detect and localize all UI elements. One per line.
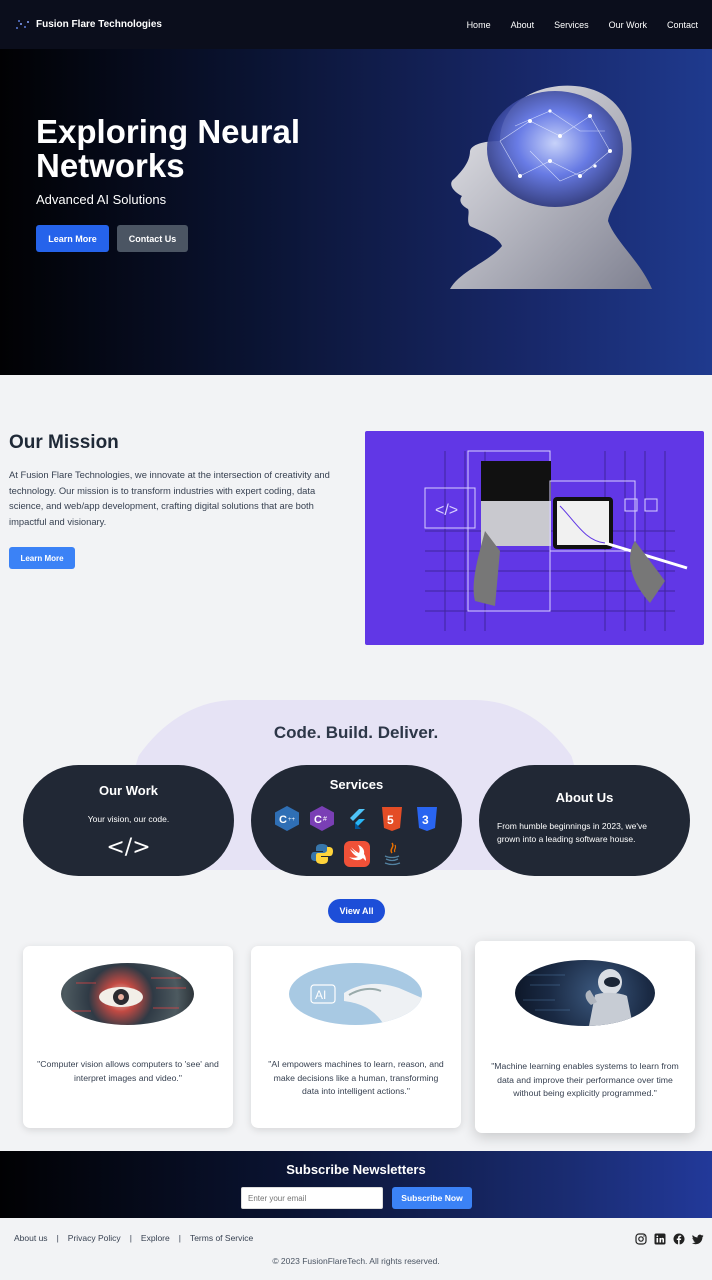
view-all-button[interactable]: View All [328,899,385,923]
our-work-card[interactable]: Our Work Your vision, our code. </> [23,765,234,876]
c-sharp-icon: C # [308,805,335,832]
copyright-text: © 2023 FusionFlareTech. All rights reser… [272,1256,440,1266]
css3-icon: 3 [413,805,440,832]
hero-contact-us-button[interactable]: Contact Us [117,225,188,252]
about-us-text: From humble beginnings in 2023, we've gr… [497,821,647,844]
computer-vision-image [61,963,194,1025]
footer-separator: | [56,1233,59,1243]
svg-text:++: ++ [288,817,296,823]
footer-link-explore[interactable]: Explore [141,1233,170,1243]
footer-link-terms[interactable]: Terms of Service [190,1233,253,1243]
hero-learn-more-button[interactable]: Learn More [36,225,109,252]
nav-item-services[interactable]: Services [554,20,589,30]
services-title: Services [329,777,384,792]
python-icon [308,840,335,867]
footer-link-about-us[interactable]: About us [14,1233,48,1243]
card-machine-learning[interactable]: "Machine learning enables systems to lea… [475,941,695,1133]
card-computer-vision[interactable]: "Computer vision allows computers to 'se… [23,946,233,1128]
services-icons-row-1: C ++ C # 5 3 [251,805,462,832]
mission-title: Our Mission [9,432,119,453]
about-us-card[interactable]: About Us From humble beginnings in 2023,… [479,765,690,876]
facebook-icon[interactable] [672,1232,685,1245]
our-work-title: Our Work [99,783,158,798]
nav-item-about[interactable]: About [511,20,535,30]
java-icon [378,840,405,867]
svg-text:5: 5 [387,813,394,827]
hero-section: Exploring Neural Networks Advanced AI So… [0,49,712,375]
machine-learning-robot-image [515,960,655,1026]
highlights-heading: Code. Build. Deliver. [273,723,439,742]
footer-link-privacy-policy[interactable]: Privacy Policy [68,1233,121,1243]
subscribe-button[interactable]: Subscribe Now [392,1187,472,1209]
hero-subtitle: Advanced AI Solutions [36,192,167,207]
linkedin-icon[interactable] [653,1232,666,1245]
svg-text:C: C [279,814,287,826]
footer-separator: | [129,1233,132,1243]
about-us-title: About Us [555,790,614,805]
card-ai[interactable]: AI "AI empowers machines to learn, reaso… [251,946,461,1128]
nav-menu: Home About Services Our Work Contact [447,20,698,30]
footer-links: About us | Privacy Policy | Explore | Te… [14,1233,253,1243]
hero-title: Exploring Neural Networks [36,113,301,184]
swift-icon [343,840,370,867]
services-card[interactable]: Services C ++ C # 5 3 [251,765,462,876]
mission-text: At Fusion Flare Technologies, we innovat… [9,469,330,527]
footer-separator: | [178,1233,181,1243]
code-icon: </> [106,835,151,860]
neural-head-image [450,85,652,290]
brand-name[interactable]: Fusion Flare Technologies [36,19,162,30]
ai-label: AI [315,988,326,1002]
email-input[interactable] [241,1187,383,1209]
mission-learn-more-button[interactable]: Learn More [9,547,75,569]
card-quote: "Machine learning enables systems to lea… [491,1061,679,1098]
svg-text:C: C [314,814,322,826]
svg-text:#: # [323,816,327,823]
svg-text:3: 3 [422,813,429,827]
newsletter-title: Subscribe Newsletters [286,1162,426,1177]
newsletter-section: Subscribe Newsletters Subscribe Now [0,1151,712,1218]
nav-item-our-work[interactable]: Our Work [609,20,647,30]
c-plus-plus-icon: C ++ [273,805,300,832]
mission-illustration: </> [365,431,704,645]
twitter-icon[interactable] [691,1232,704,1245]
ai-robot-hand-image: AI [289,963,422,1025]
social-links [634,1232,704,1245]
html5-icon: 5 [378,805,405,832]
card-quote: "Computer vision allows computers to 'se… [37,1059,219,1083]
nav-item-home[interactable]: Home [467,20,491,30]
svg-text:</>: </> [435,502,458,519]
services-icons-row-2 [251,840,462,867]
nav-item-contact[interactable]: Contact [667,20,698,30]
instagram-icon[interactable] [634,1232,647,1245]
flutter-icon [343,805,370,832]
logo-icon [14,19,32,31]
card-quote: "AI empowers machines to learn, reason, … [268,1059,444,1096]
top-navbar: Fusion Flare Technologies Home About Ser… [0,0,712,49]
our-work-text: Your vision, our code. [87,814,170,824]
